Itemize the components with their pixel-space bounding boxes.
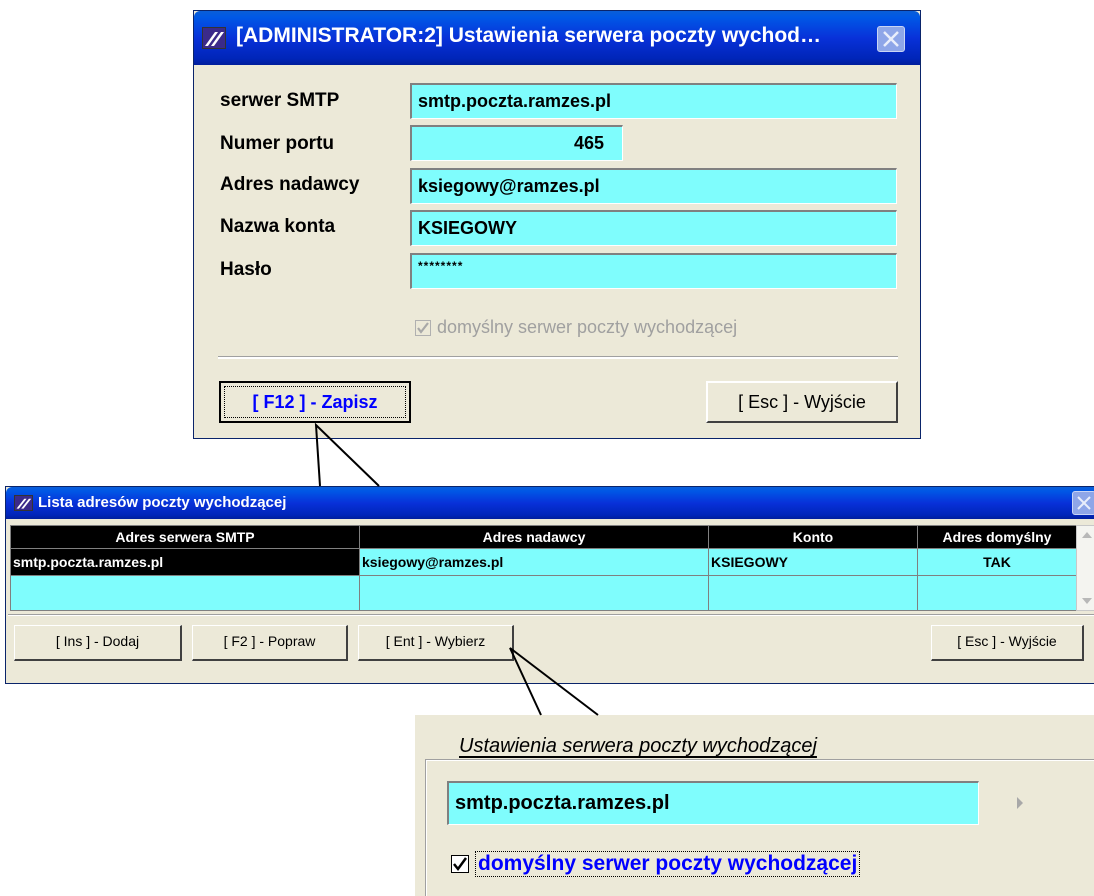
- callout-lines: [314, 422, 599, 716]
